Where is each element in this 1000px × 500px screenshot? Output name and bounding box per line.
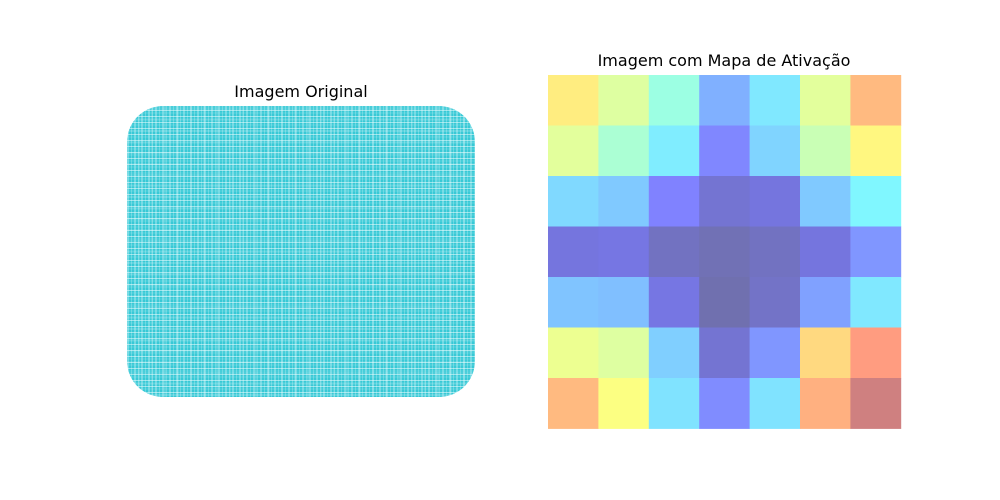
heatmap-cell-r6-c3 <box>699 378 750 429</box>
heatmap-cell-r4-c2 <box>648 277 700 328</box>
heatmap-cell-r4-c6 <box>850 277 902 328</box>
heatmap-cell-r1-c6 <box>850 125 902 177</box>
heatmap-cell-r5-c2 <box>648 327 700 379</box>
heatmap-cell-r6-c4 <box>749 378 801 429</box>
heatmap-cell-r3-c0 <box>548 226 599 278</box>
heatmap-cell-r4-c5 <box>800 277 851 328</box>
heatmap-cell-r5-c1 <box>598 327 650 379</box>
heatmap-cell-r5-c6 <box>850 327 902 379</box>
original-image <box>127 106 475 397</box>
heatmap-cell-r1-c0 <box>548 125 599 177</box>
heatmap-cell-r2-c1 <box>598 176 650 227</box>
heatmap-cell-r3-c5 <box>800 226 851 278</box>
heatmap-cell-r3-c3 <box>699 226 750 278</box>
heatmap-cell-r1-c2 <box>648 125 700 177</box>
heatmap-cell-r0-c3 <box>699 75 750 126</box>
heatmap-cell-r0-c2 <box>648 75 700 126</box>
heatmap-cell-r2-c6 <box>850 176 902 227</box>
heatmap-cell-r0-c6 <box>850 75 902 126</box>
heatmap-cell-r6-c2 <box>648 378 700 429</box>
heatmap-cell-r4-c0 <box>548 277 599 328</box>
heatmap-cell-r3-c6 <box>850 226 902 278</box>
heatmap-cell-r6-c0 <box>548 378 599 429</box>
heatmap-cell-r0-c0 <box>548 75 599 126</box>
heatmap-cell-r3-c1 <box>598 226 650 278</box>
heatmap-cell-r3-c2 <box>648 226 700 278</box>
heatmap-cell-r2-c5 <box>800 176 851 227</box>
heatmap-cell-r1-c1 <box>598 125 650 177</box>
heatmap-cell-r1-c5 <box>800 125 851 177</box>
heatmap-cell-r2-c4 <box>749 176 801 227</box>
activation-heatmap <box>548 75 902 429</box>
heatmap-cell-r1-c3 <box>699 125 750 177</box>
heatmap-cell-r4-c1 <box>598 277 650 328</box>
heatmap-cell-r5-c4 <box>749 327 801 379</box>
heatmap-cell-r6-c6 <box>850 378 902 429</box>
heatmap-cell-r5-c3 <box>699 327 750 379</box>
heatmap-cell-r0-c1 <box>598 75 650 126</box>
heatmap-cell-r0-c4 <box>749 75 801 126</box>
heatmap-cell-r1-c4 <box>749 125 801 177</box>
heatmap-cell-r4-c4 <box>749 277 801 328</box>
heatmap-cell-r2-c2 <box>648 176 700 227</box>
heatmap-cell-r6-c1 <box>598 378 650 429</box>
heatmap-cell-r2-c3 <box>699 176 750 227</box>
heatmap-cell-r5-c0 <box>548 327 599 379</box>
heatmap-cell-r0-c5 <box>800 75 851 126</box>
heatmap-cell-r2-c0 <box>548 176 599 227</box>
heatmap-cell-r5-c5 <box>800 327 851 379</box>
heatmap-cell-r6-c5 <box>800 378 851 429</box>
heatmap-cell-r3-c4 <box>749 226 801 278</box>
fabric-swatch-texture <box>127 106 475 397</box>
figure-canvas <box>127 75 902 429</box>
heatmap-cell-r4-c3 <box>699 277 750 328</box>
